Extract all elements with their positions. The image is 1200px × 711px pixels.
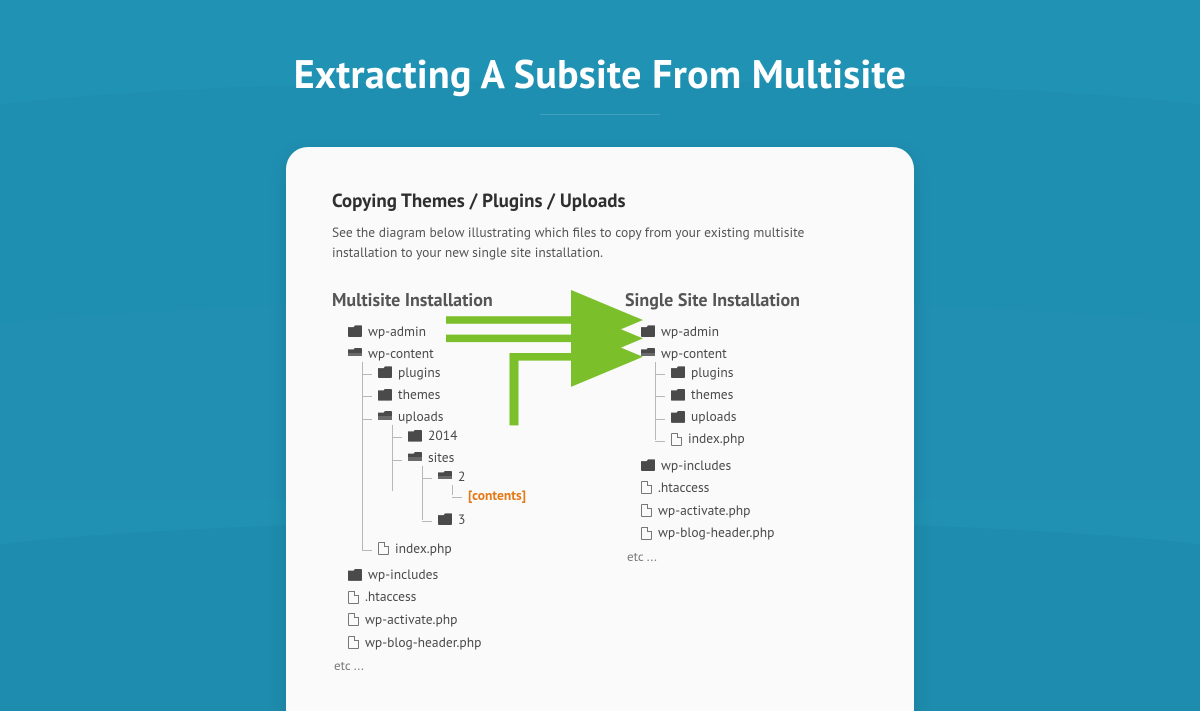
folder-icon [378, 389, 392, 401]
folder-open-icon [641, 348, 655, 360]
tree-item: themes [378, 388, 440, 402]
folder-icon [641, 459, 655, 471]
folder-icon [671, 366, 685, 378]
folder-icon [348, 569, 362, 581]
diagram-card: Copying Themes / Plugins / Uploads See t… [286, 147, 914, 711]
col-multisite: Multisite Installation wp-admin wp-conte… [332, 288, 607, 672]
folder-open-icon [378, 411, 392, 423]
tree-item: 2 [438, 470, 465, 484]
tree-item: wp-admin [348, 325, 426, 339]
folder-icon [378, 366, 392, 378]
folder-icon [641, 325, 655, 337]
tree-item: wp-admin [641, 325, 719, 339]
tree-item: plugins [671, 366, 733, 380]
file-icon [348, 636, 359, 649]
folder-icon [348, 325, 362, 337]
tree-item: uploads [378, 410, 443, 424]
file-icon [641, 481, 652, 494]
tree-item: wp-blog-header.php [641, 526, 774, 540]
file-icon [348, 591, 359, 604]
file-icon [641, 527, 652, 540]
file-icon [348, 613, 359, 626]
folder-icon [438, 513, 452, 525]
page-title: Extracting A Subsite From Multisite [0, 0, 1200, 100]
tree-item: wp-activate.php [348, 613, 457, 627]
card-heading: Copying Themes / Plugins / Uploads [332, 189, 868, 213]
folder-icon [671, 411, 685, 423]
tree-item: wp-content [348, 347, 434, 361]
col-multisite-title: Multisite Installation [332, 288, 607, 311]
tree-item: uploads [671, 410, 736, 424]
tree-item: 2014 [408, 429, 457, 443]
etc-text: etc ... [625, 546, 850, 563]
tree-multisite: wp-admin wp-content plugins themes uploa… [332, 321, 607, 672]
tree-item: wp-includes [641, 459, 731, 473]
tree-item: wp-includes [348, 568, 438, 582]
tree-item: index.php [378, 542, 452, 556]
tree-item: themes [671, 388, 733, 402]
folder-open-icon [438, 471, 452, 483]
tree-item: wp-content [641, 347, 727, 361]
col-singlesite-title: Single Site Installation [625, 288, 850, 311]
tree-singlesite: wp-admin wp-content plugins themes uploa… [625, 321, 850, 563]
folder-icon [408, 430, 422, 442]
page-title-text: Extracting A Subsite From Multisite [294, 48, 906, 100]
folder-open-icon [348, 348, 362, 360]
tree-item: plugins [378, 366, 440, 380]
tree-item: wp-blog-header.php [348, 636, 481, 650]
tree-item: .htaccess [641, 481, 709, 495]
tree-item: .htaccess [348, 590, 416, 604]
col-singlesite: Single Site Installation wp-admin wp-con… [625, 288, 850, 672]
file-icon [671, 433, 682, 446]
tree-item: sites [408, 451, 454, 465]
etc-text: etc ... [332, 655, 607, 672]
tree-item-contents: [contents] [468, 489, 526, 503]
card-lead: See the diagram below illustrating which… [332, 223, 868, 262]
tree-item: wp-activate.php [641, 504, 750, 518]
folder-icon [671, 389, 685, 401]
tree-item: 3 [438, 513, 465, 527]
file-icon [641, 504, 652, 517]
tree-item: index.php [671, 432, 745, 446]
file-icon [378, 542, 389, 555]
folder-open-icon [408, 452, 422, 464]
